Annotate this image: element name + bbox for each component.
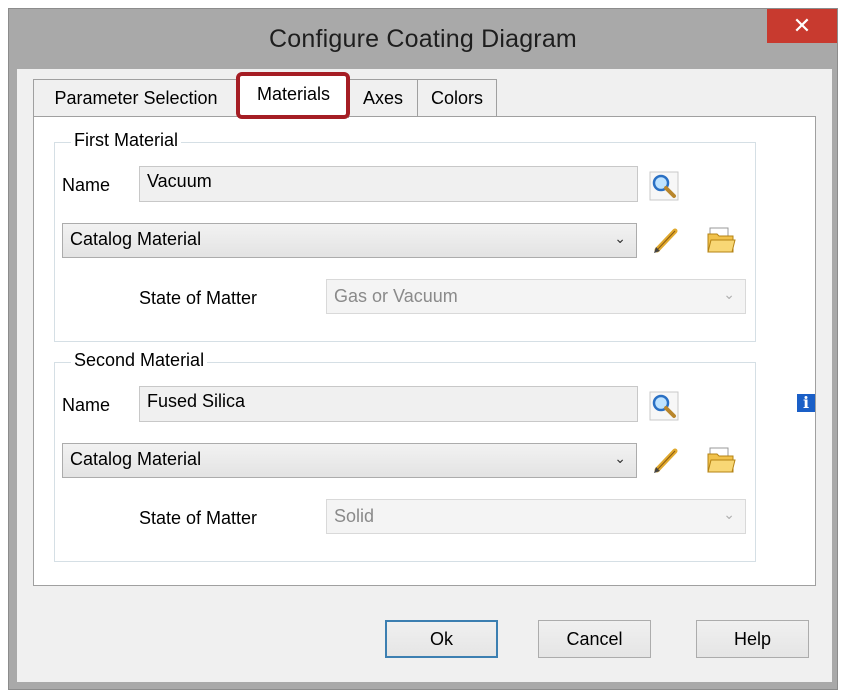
dialog-window: Configure Coating Diagram ✕ Parameter Se…: [8, 8, 838, 690]
second-material-name-field[interactable]: Fused Silica: [139, 386, 638, 422]
second-material-open-button[interactable]: [705, 444, 737, 476]
materials-tab-panel: First Material Name Vacuum Catalog Mater…: [33, 116, 816, 586]
open-folder-icon: [707, 447, 736, 473]
help-button[interactable]: Help: [696, 620, 809, 658]
tab-colors[interactable]: Colors: [417, 79, 497, 117]
info-icon[interactable]: i: [797, 394, 815, 412]
first-material-group: First Material Name Vacuum Catalog Mater…: [54, 130, 756, 342]
first-material-title: First Material: [71, 130, 182, 151]
close-button[interactable]: ✕: [767, 9, 837, 43]
tab-parameter-selection[interactable]: Parameter Selection: [33, 79, 239, 117]
dialog-client: Parameter Selection Materials Axes Color…: [17, 69, 832, 682]
first-material-name-field[interactable]: Vacuum: [139, 166, 638, 202]
pencil-icon: [654, 228, 678, 253]
magnifier-icon: [649, 391, 679, 421]
second-material-source-select[interactable]: Catalog Material ⌄: [62, 443, 637, 478]
tab-axes[interactable]: Axes: [348, 79, 418, 117]
dialog-title: Configure Coating Diagram: [269, 25, 577, 53]
second-material-title: Second Material: [71, 350, 208, 371]
ok-button[interactable]: Ok: [385, 620, 498, 658]
second-material-state-select: Solid ⌄: [326, 499, 746, 534]
second-material-edit-button[interactable]: [650, 444, 682, 476]
magnifier-icon: [649, 171, 679, 201]
first-material-name-label: Name: [62, 175, 111, 195]
first-material-source-value: Catalog Material: [70, 229, 202, 249]
second-material-state-label: State of Matter: [139, 508, 258, 528]
first-material-search-button[interactable]: [648, 170, 680, 202]
second-material-state-value: Solid: [334, 506, 375, 526]
first-material-source-select[interactable]: Catalog Material ⌄: [62, 223, 637, 258]
second-material-search-button[interactable]: [648, 390, 680, 422]
chevron-down-icon: ⌄: [614, 230, 626, 246]
second-material-name-label: Name: [62, 395, 111, 415]
pencil-icon: [654, 448, 678, 473]
chevron-down-icon: ⌄: [614, 450, 626, 466]
first-material-state-value: Gas or Vacuum: [334, 286, 458, 306]
cancel-button[interactable]: Cancel: [538, 620, 651, 658]
title-bar[interactable]: Configure Coating Diagram ✕: [9, 9, 837, 69]
chevron-down-icon: ⌄: [723, 506, 735, 522]
first-material-state-label: State of Matter: [139, 288, 258, 308]
second-material-source-value: Catalog Material: [70, 449, 202, 469]
first-material-state-select: Gas or Vacuum ⌄: [326, 279, 746, 314]
open-folder-icon: [707, 227, 736, 253]
first-material-edit-button[interactable]: [650, 224, 682, 256]
first-material-open-button[interactable]: [705, 224, 737, 256]
chevron-down-icon: ⌄: [723, 286, 735, 302]
second-material-group: Second Material Name Fused Silica Catalo…: [54, 350, 756, 562]
tab-materials[interactable]: Materials: [238, 75, 349, 118]
